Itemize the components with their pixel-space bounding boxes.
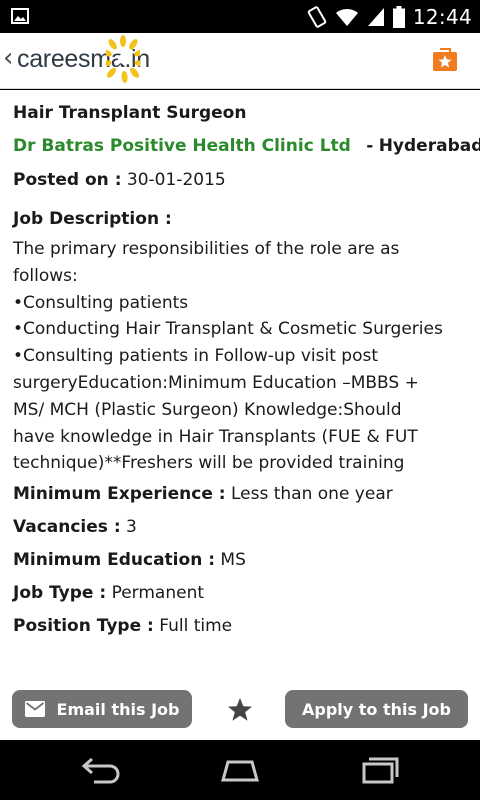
image-icon: [11, 8, 29, 24]
detail-label: Vacancies :: [13, 517, 121, 537]
back-icon[interactable]: [76, 754, 124, 786]
detail-value: 3: [126, 517, 137, 537]
description-line: follows:: [13, 265, 78, 286]
clock-time: 12:44: [412, 5, 472, 29]
location-separator: -: [366, 136, 374, 156]
company-line: Dr Batras Positive Health Clinic Ltd - H…: [13, 136, 480, 156]
app-bar: ‹ careesma.in: [0, 33, 480, 89]
status-bar: 12:44: [0, 0, 480, 33]
detail-label: Minimum Experience :: [13, 484, 226, 504]
description-line: surgeryEducation:Minimum Education –MBBS…: [13, 372, 419, 393]
sun-logo-icon: [106, 35, 140, 83]
detail-vacancies: Vacancies : 3: [13, 517, 137, 537]
favorites-star-bag-icon[interactable]: [431, 45, 459, 73]
description-line: have knowledge in Hair Transplants (FUE …: [13, 426, 418, 447]
job-title: Hair Transplant Surgeon: [13, 103, 247, 123]
company-name[interactable]: Dr Batras Positive Health Clinic Ltd: [13, 136, 351, 156]
job-description: The primary responsibilities of the role…: [13, 236, 473, 477]
signal-icon: [367, 8, 384, 26]
description-line: MS/ MCH (Plastic Surgeon) Knowledge:Shou…: [13, 399, 402, 420]
detail-position-type: Position Type : Full time: [13, 616, 232, 636]
description-line: technique)**Freshers will be provided tr…: [13, 453, 405, 474]
detail-label: Minimum Education :: [13, 550, 216, 570]
back-chevron-icon[interactable]: ‹: [3, 43, 13, 73]
detail-value: Less than one year: [230, 484, 393, 504]
job-location: Hyderabad: [378, 136, 480, 156]
email-job-label: Email this Job: [56, 699, 180, 719]
apply-job-label: Apply to this Job: [302, 699, 451, 719]
detail-minimum-education: Minimum Education : MS: [13, 550, 246, 570]
description-line: •Consulting patients in Follow-up visit …: [13, 346, 379, 367]
posted-label: Posted on :: [13, 170, 122, 190]
description-line: The primary responsibilities of the role…: [13, 239, 400, 259]
recents-icon[interactable]: [356, 754, 404, 786]
description-line: •Consulting patients: [13, 292, 189, 313]
email-job-button[interactable]: Email this Job: [12, 690, 192, 728]
detail-job-type: Job Type : Permanent: [13, 583, 204, 603]
detail-label: Job Type :: [13, 583, 107, 603]
detail-label: Position Type :: [13, 616, 154, 636]
description-label: Job Description :: [13, 209, 172, 229]
detail-minimum-experience: Minimum Experience : Less than one year: [13, 484, 393, 504]
posted-line: Posted on : 30-01-2015: [13, 170, 226, 190]
apply-job-button[interactable]: Apply to this Job: [285, 690, 468, 728]
job-detail-content: Hair Transplant Surgeon Dr Batras Positi…: [0, 90, 480, 740]
star-icon[interactable]: [226, 696, 254, 724]
battery-icon: [392, 6, 405, 28]
detail-value: Permanent: [111, 583, 205, 603]
vibrate-icon: [307, 6, 327, 28]
mail-icon: [24, 701, 45, 717]
detail-value: Full time: [159, 616, 233, 636]
description-line: •Conducting Hair Transplant & Cosmetic S…: [13, 319, 443, 340]
detail-value: MS: [220, 550, 246, 570]
home-icon[interactable]: [216, 754, 264, 786]
wifi-icon: [335, 8, 358, 26]
posted-date: 30-01-2015: [126, 170, 226, 190]
navigation-bar: [0, 740, 480, 800]
